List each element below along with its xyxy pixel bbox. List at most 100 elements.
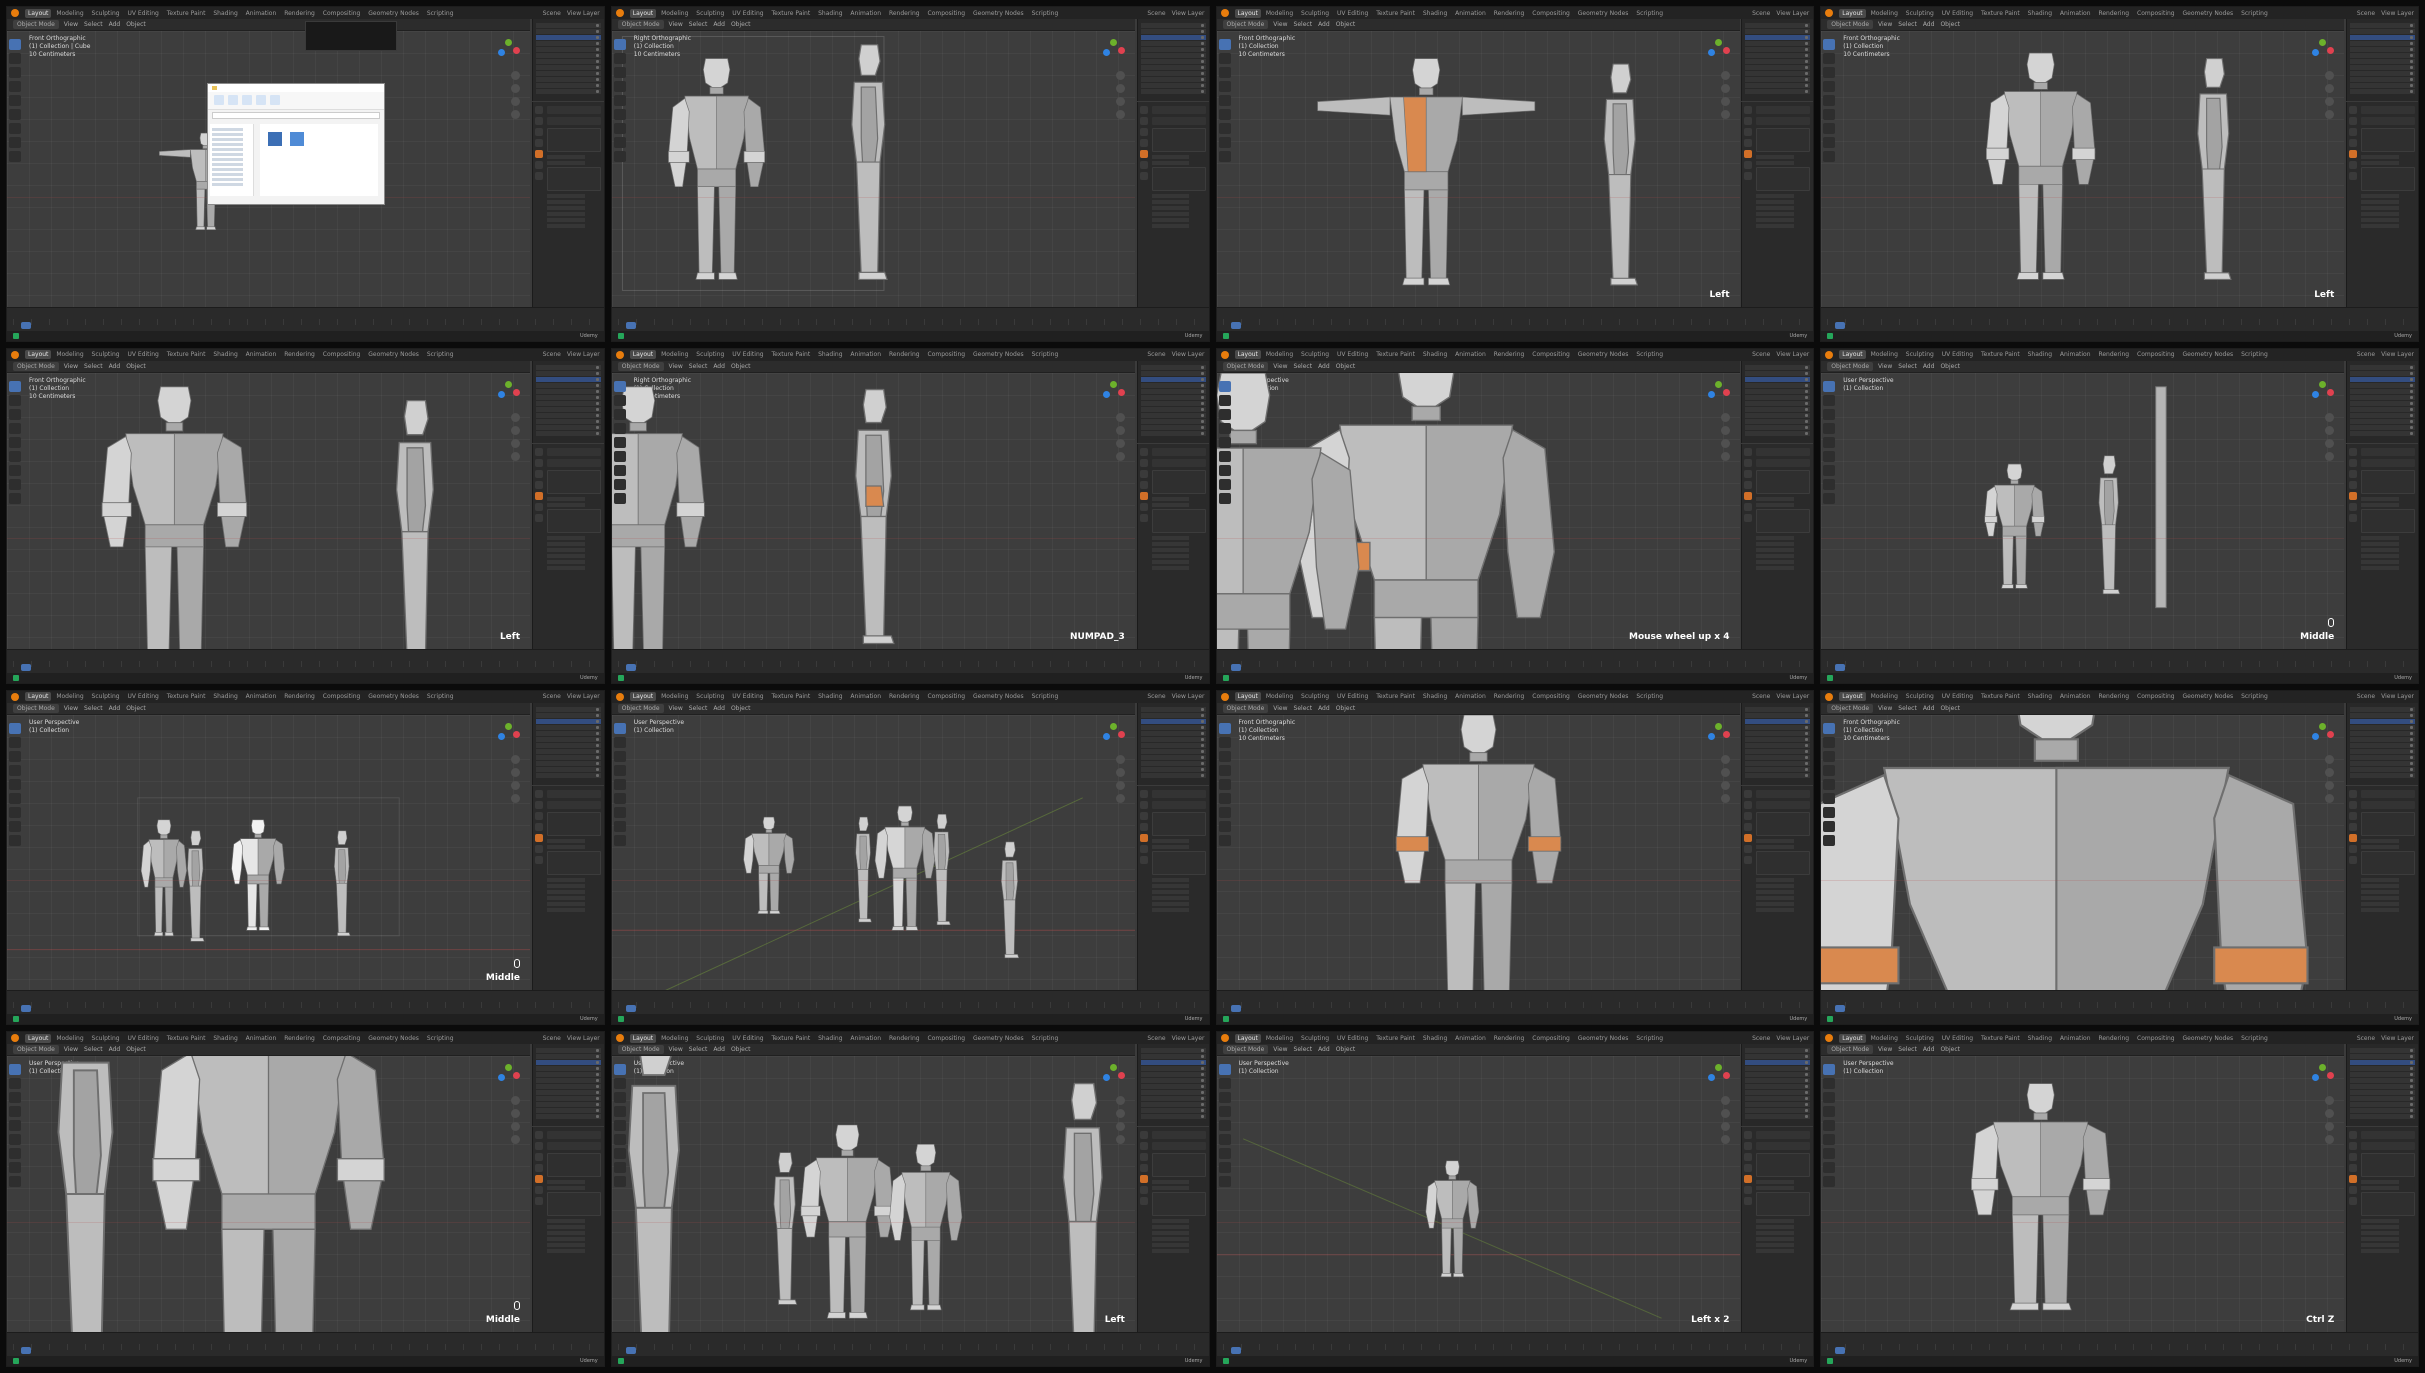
property-row[interactable]: [1756, 502, 1795, 507]
workspace-tab[interactable]: Animation: [243, 692, 280, 701]
outliner-row[interactable]: [535, 1108, 601, 1114]
rotate-tool-icon[interactable]: [9, 764, 21, 776]
cursor-tool-icon[interactable]: [1218, 53, 1231, 64]
scene-selector[interactable]: Scene: [1147, 10, 1165, 17]
visibility-eye-icon[interactable]: [2410, 383, 2413, 387]
visibility-eye-icon[interactable]: [1200, 1049, 1204, 1053]
visibility-eye-icon[interactable]: [595, 407, 599, 411]
workspace-tab[interactable]: Geometry Nodes: [1575, 692, 1632, 701]
visibility-eye-icon[interactable]: [2410, 30, 2413, 33]
workspace-tab[interactable]: Modeling: [1868, 1034, 1901, 1043]
viewport-menu-item[interactable]: Add: [713, 1046, 725, 1053]
timeline[interactable]: [7, 306, 604, 331]
render-tab-icon[interactable]: [1744, 117, 1753, 125]
scene-tab-icon[interactable]: [1139, 139, 1148, 147]
scene-tab-icon[interactable]: [534, 480, 543, 489]
viewport-menu-item[interactable]: Add: [1318, 363, 1330, 370]
material-tab-icon[interactable]: [1744, 855, 1753, 864]
view-layer-selector[interactable]: View Layer: [1172, 351, 1205, 358]
visibility-eye-icon[interactable]: [2410, 767, 2413, 771]
annotate-tool-icon[interactable]: [9, 1148, 21, 1160]
outliner-row[interactable]: [1140, 1114, 1206, 1120]
outliner-row[interactable]: [535, 730, 601, 736]
move-tool-icon[interactable]: [9, 408, 21, 420]
workspace-tab[interactable]: Sculpting: [1903, 1034, 1937, 1043]
workspace-tab[interactable]: Layout: [629, 350, 657, 360]
visibility-eye-icon[interactable]: [595, 48, 599, 51]
outliner[interactable]: [1136, 360, 1209, 443]
property-row[interactable]: [1756, 1219, 1795, 1224]
view-layer-selector[interactable]: View Layer: [1172, 10, 1205, 17]
select-tool-icon[interactable]: [1823, 722, 1836, 734]
visibility-eye-icon[interactable]: [595, 377, 599, 381]
add-cube-tool-icon[interactable]: [1823, 1176, 1836, 1188]
viewport-menu-item[interactable]: Select: [689, 21, 708, 28]
visibility-eye-icon[interactable]: [2410, 1091, 2413, 1095]
output-tab-icon[interactable]: [534, 811, 543, 820]
character-model[interactable]: [1395, 714, 1561, 991]
property-row[interactable]: [2361, 1231, 2399, 1236]
visibility-eye-icon[interactable]: [1805, 371, 1809, 375]
measure-tool-icon[interactable]: [9, 1162, 21, 1174]
timeline-ruler[interactable]: [617, 318, 1203, 325]
outliner-row[interactable]: [2350, 736, 2415, 742]
timeline-ruler[interactable]: [1827, 1344, 2412, 1350]
visibility-eye-icon[interactable]: [1805, 30, 1809, 33]
properties-editor[interactable]: [1136, 1127, 1209, 1332]
visibility-eye-icon[interactable]: [1805, 66, 1809, 69]
3d-viewport[interactable]: Front Orthographic (1) Collection 10 Cen…: [1216, 714, 1740, 991]
cursor-tool-icon[interactable]: [9, 736, 21, 748]
viewport-menu-item[interactable]: Object: [1336, 1046, 1356, 1053]
outliner-row[interactable]: [2350, 394, 2415, 400]
property-row[interactable]: [546, 502, 585, 507]
modifier-tab-icon[interactable]: [534, 502, 543, 511]
workspace-tab[interactable]: UV Editing: [1334, 9, 1371, 18]
properties-panel[interactable]: [546, 469, 601, 494]
properties-panel[interactable]: [1151, 1153, 1206, 1178]
tool-tab-icon[interactable]: [1139, 447, 1148, 456]
blender-logo-icon[interactable]: [1220, 9, 1229, 17]
rotate-tool-icon[interactable]: [1218, 1106, 1231, 1118]
annotate-tool-icon[interactable]: [9, 464, 21, 476]
viewport-menu-item[interactable]: Object: [731, 1046, 751, 1053]
workspace-tab[interactable]: Rendering: [1491, 1034, 1528, 1043]
object-tab-icon[interactable]: [1139, 150, 1148, 158]
property-row[interactable]: [1151, 206, 1190, 210]
tool-tab-icon[interactable]: [534, 106, 543, 114]
visibility-eye-icon[interactable]: [595, 30, 599, 33]
outliner-row[interactable]: [1140, 364, 1206, 370]
tool-tab-icon[interactable]: [1744, 106, 1753, 114]
object-tab-icon[interactable]: [1744, 491, 1753, 500]
workspace-tab[interactable]: UV Editing: [1334, 692, 1371, 701]
playhead[interactable]: [1835, 321, 1846, 329]
visibility-eye-icon[interactable]: [2410, 365, 2413, 369]
workspace-tab[interactable]: Rendering: [281, 9, 318, 18]
playhead[interactable]: [1835, 1005, 1846, 1013]
visibility-eye-icon[interactable]: [1805, 773, 1809, 777]
outliner-row[interactable]: [1140, 53, 1206, 58]
modifier-tab-icon[interactable]: [534, 1186, 543, 1195]
3d-viewport[interactable]: User Perspective (1) Collection Ctrl Z: [1821, 1056, 2345, 1332]
blender-logo-icon[interactable]: [1825, 1034, 1834, 1043]
visibility-eye-icon[interactable]: [1805, 425, 1809, 429]
cursor-tool-icon[interactable]: [1823, 53, 1836, 64]
visibility-eye-icon[interactable]: [1200, 749, 1204, 753]
3d-viewport[interactable]: User Perspective (1) Collection Mouse wh…: [1216, 372, 1740, 649]
property-row[interactable]: [2361, 877, 2399, 882]
mode-selector[interactable]: Object Mode: [13, 703, 59, 713]
workspace-tab[interactable]: Scripting: [2238, 1034, 2271, 1043]
rotate-tool-icon[interactable]: [1823, 81, 1836, 92]
visibility-eye-icon[interactable]: [1200, 48, 1204, 51]
select-tool-icon[interactable]: [1823, 380, 1836, 392]
workspace-tab[interactable]: Scripting: [1633, 9, 1666, 18]
visibility-eye-icon[interactable]: [595, 1067, 599, 1071]
workspace-tab[interactable]: Animation: [1452, 692, 1489, 701]
properties-panel[interactable]: [546, 447, 601, 456]
measure-tool-icon[interactable]: [613, 820, 626, 832]
outliner-row[interactable]: [535, 418, 601, 424]
workspace-tab[interactable]: Sculpting: [89, 692, 123, 701]
visibility-eye-icon[interactable]: [1805, 377, 1809, 381]
side-view-model[interactable]: [854, 388, 895, 644]
property-row[interactable]: [1151, 1180, 1190, 1185]
outliner-row[interactable]: [535, 742, 601, 748]
